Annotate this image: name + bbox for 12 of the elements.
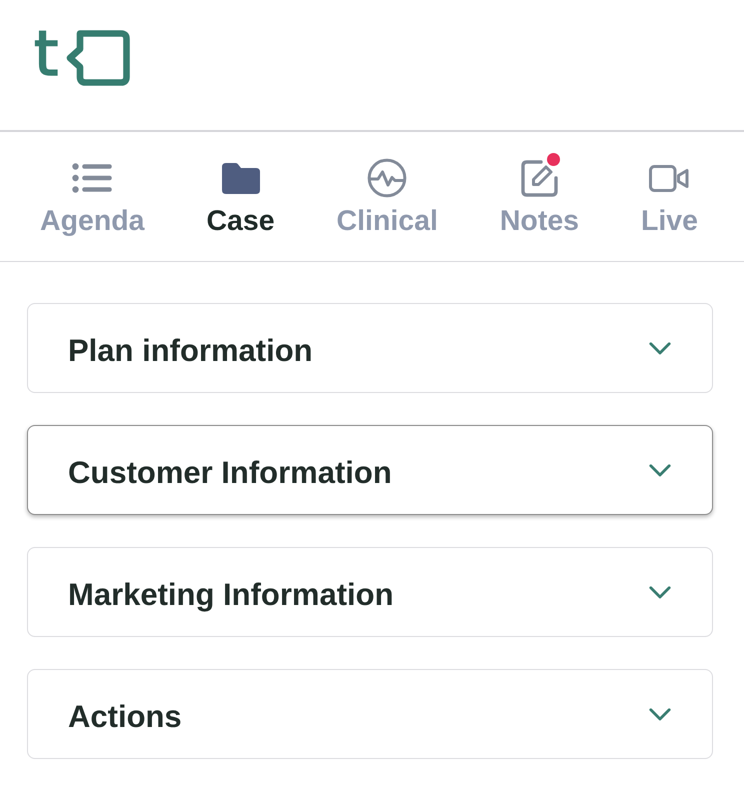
speech-bubble-icon [66,30,130,86]
tab[interactable]: Case [206,152,275,238]
accordion-header[interactable]: Marketing Information [27,547,713,637]
list-icon [72,163,112,193]
accordion-header[interactable]: Plan information [27,303,713,393]
heartbeat-circle-icon [367,158,408,198]
video-camera-icon [649,164,690,192]
accordion-header[interactable]: Actions [27,669,713,759]
edit-icon [520,160,558,196]
folder-icon [222,162,260,194]
accordion-header[interactable]: Customer Information [27,425,713,515]
logo-letter: t [34,23,58,85]
